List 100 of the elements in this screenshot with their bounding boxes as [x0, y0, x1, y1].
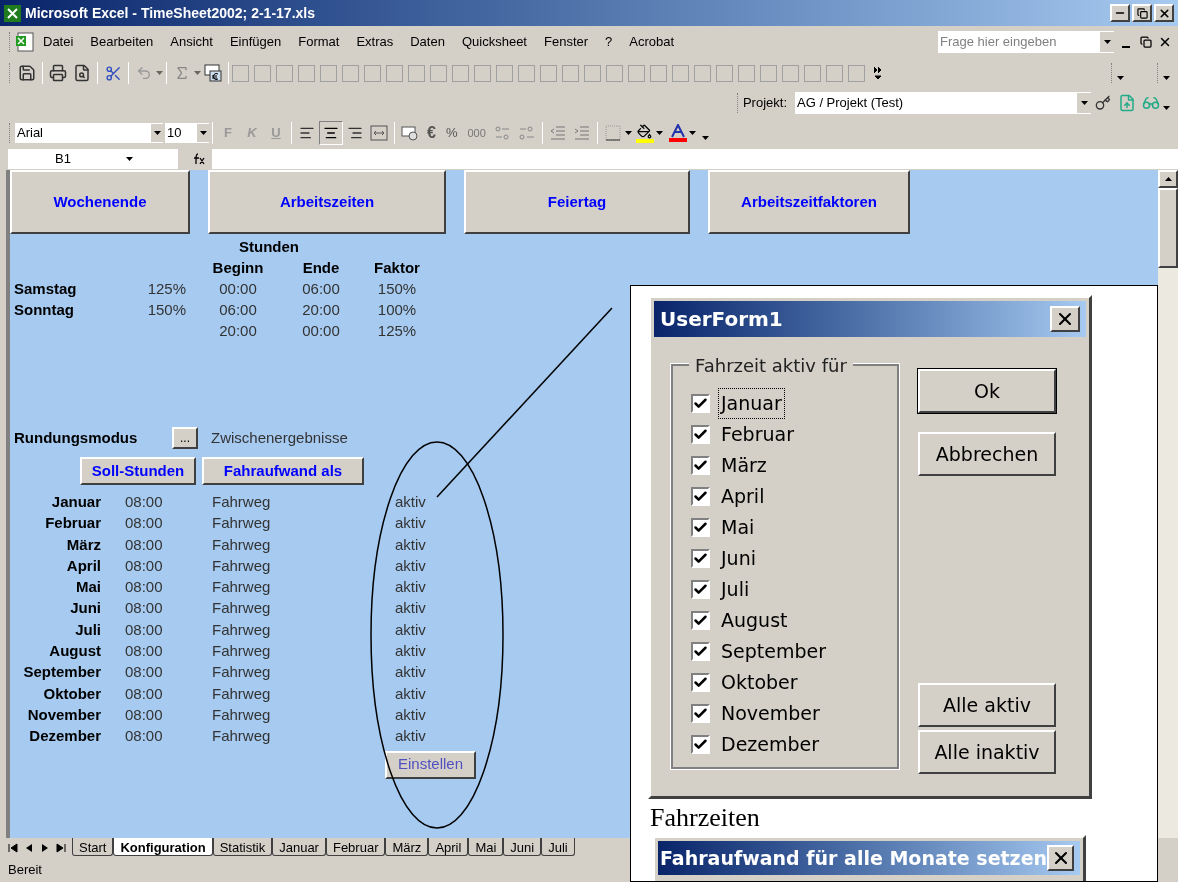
menu-item[interactable]: Quicksheet — [461, 32, 527, 52]
sheet-tab[interactable]: Statistik — [212, 838, 273, 856]
doc-close-button[interactable] — [1158, 35, 1172, 49]
checkbox[interactable] — [691, 518, 710, 537]
next-sheet-icon[interactable] — [40, 843, 50, 853]
close-button[interactable] — [1050, 306, 1080, 332]
sheet-button[interactable]: Feiertag — [464, 170, 690, 234]
sheet-tab[interactable]: Konfiguration — [113, 838, 213, 856]
dropdown-caret-icon[interactable] — [1163, 76, 1170, 80]
checkbox[interactable] — [691, 642, 710, 661]
menu-item[interactable]: Acrobat — [629, 32, 675, 52]
doc-restore-button[interactable] — [1140, 36, 1152, 48]
sheet-tab[interactable]: März — [385, 838, 429, 856]
font-select[interactable]: Arial — [15, 123, 163, 143]
scroll-up-icon[interactable] — [1164, 177, 1172, 181]
checkbox-label[interactable]: Dezember — [718, 729, 823, 760]
toolbar-grip[interactable] — [736, 93, 740, 113]
sheet-tab[interactable]: Juni — [503, 838, 542, 856]
dropdown-caret-icon[interactable] — [1080, 101, 1088, 105]
dropdown-caret-icon[interactable] — [153, 131, 161, 135]
font-color-icon[interactable] — [668, 124, 687, 142]
checkbox-label[interactable]: September — [718, 636, 830, 667]
checkbox-label[interactable]: Juli — [718, 574, 753, 605]
rounding-button[interactable]: ... — [172, 427, 198, 449]
menu-item[interactable]: Format — [298, 32, 340, 52]
sheet-button[interactable]: Arbeitszeiten — [208, 170, 446, 234]
previous-sheet-icon[interactable] — [24, 843, 34, 853]
sheet-tab[interactable]: Januar — [272, 838, 326, 856]
checkbox-label[interactable]: April — [718, 481, 768, 512]
checkbox-label[interactable]: März — [718, 450, 770, 481]
dropdown-caret-icon[interactable] — [1163, 106, 1170, 110]
checkbox[interactable] — [691, 704, 710, 723]
sheet-button[interactable]: Soll-Stunden — [80, 457, 196, 485]
more-buttons-icon[interactable] — [873, 66, 883, 80]
menu-item[interactable]: Ansicht — [170, 32, 213, 52]
menu-item[interactable]: ? — [605, 32, 613, 52]
checkbox[interactable] — [691, 394, 710, 413]
formula-input[interactable] — [212, 149, 1178, 169]
checkbox-label[interactable]: November — [718, 698, 823, 729]
toolbar-grip[interactable] — [1157, 63, 1160, 83]
dropdown-caret-icon[interactable] — [126, 157, 133, 161]
scroll-thumb[interactable] — [1158, 188, 1178, 268]
fill-color-icon[interactable] — [635, 123, 654, 143]
toolbar-grip[interactable] — [9, 32, 12, 52]
menu-item[interactable]: Daten — [410, 32, 445, 52]
checkbox[interactable] — [691, 487, 710, 506]
checkbox-label[interactable]: August — [718, 605, 791, 636]
function-icon[interactable] — [192, 153, 206, 165]
font-size-select[interactable]: 10 — [165, 123, 209, 143]
checkbox[interactable] — [691, 611, 710, 630]
currency-convert-icon[interactable] — [201, 61, 225, 85]
restore-icon[interactable] — [1136, 7, 1148, 19]
dropdown-caret-icon[interactable] — [655, 131, 663, 135]
minimize-button[interactable] — [1110, 4, 1130, 22]
toolbar-grip[interactable] — [9, 123, 12, 143]
menu-item[interactable]: Fenster — [544, 32, 589, 52]
disable-all-button[interactable]: Alle inaktiv — [918, 730, 1056, 774]
checkbox[interactable] — [691, 549, 710, 568]
workbook-icon[interactable] — [15, 32, 35, 52]
vertical-scrollbar[interactable] — [1158, 170, 1178, 838]
align-center-icon[interactable] — [319, 121, 343, 145]
sheet-button[interactable]: Fahraufwand als — [202, 457, 364, 485]
checkbox-label[interactable]: Januar — [718, 388, 785, 419]
name-box[interactable]: B1 — [8, 149, 178, 169]
menu-item[interactable]: Einfügen — [229, 32, 282, 52]
dropdown-caret-icon[interactable] — [624, 131, 632, 135]
checkbox[interactable] — [691, 735, 710, 754]
toolbar-grip[interactable] — [1111, 63, 1114, 83]
sheet-tab[interactable]: Februar — [325, 838, 386, 856]
toolbar-grip[interactable] — [9, 63, 12, 83]
checkbox-label[interactable]: Mai — [718, 512, 758, 543]
checkbox-label[interactable]: Oktober — [718, 667, 801, 698]
sheet-button[interactable]: Wochenende — [10, 170, 190, 234]
ok-button[interactable]: Ok — [918, 369, 1056, 413]
first-sheet-icon[interactable] — [8, 843, 18, 853]
menu-item[interactable]: Bearbeiten — [90, 32, 154, 52]
sheet-tab[interactable]: April — [428, 838, 469, 856]
settings-button[interactable]: Einstellen — [385, 750, 476, 779]
number-format-button[interactable]: % — [440, 123, 463, 143]
restore-button[interactable] — [1132, 4, 1152, 22]
dropdown-caret-icon[interactable] — [1117, 76, 1124, 80]
enable-all-button[interactable]: Alle aktiv — [918, 683, 1056, 727]
sheet-button[interactable]: Arbeitszeitfaktoren — [708, 170, 910, 234]
menu-item[interactable]: Datei — [43, 32, 74, 52]
dropdown-caret-icon[interactable] — [1103, 40, 1111, 44]
sheet-tab[interactable]: Start — [72, 838, 114, 856]
checkbox[interactable] — [691, 456, 710, 475]
sheet-tab[interactable]: Mai — [468, 838, 504, 856]
last-sheet-icon[interactable] — [56, 843, 66, 853]
checkbox-label[interactable]: Juni — [718, 543, 759, 574]
project-select[interactable]: AG / Projekt (Test) — [795, 92, 1091, 114]
checkbox-label[interactable]: Februar — [718, 419, 797, 450]
help-search-field[interactable]: Frage hier eingeben — [938, 31, 1114, 53]
cancel-button[interactable]: Abbrechen — [918, 432, 1056, 476]
sheet-tab[interactable]: Juli — [541, 838, 575, 856]
checkbox[interactable] — [691, 580, 710, 599]
checkbox[interactable] — [691, 673, 710, 692]
number-format-button[interactable]: € — [422, 121, 441, 145]
checkbox[interactable] — [691, 425, 710, 444]
menu-item[interactable]: Extras — [356, 32, 394, 52]
